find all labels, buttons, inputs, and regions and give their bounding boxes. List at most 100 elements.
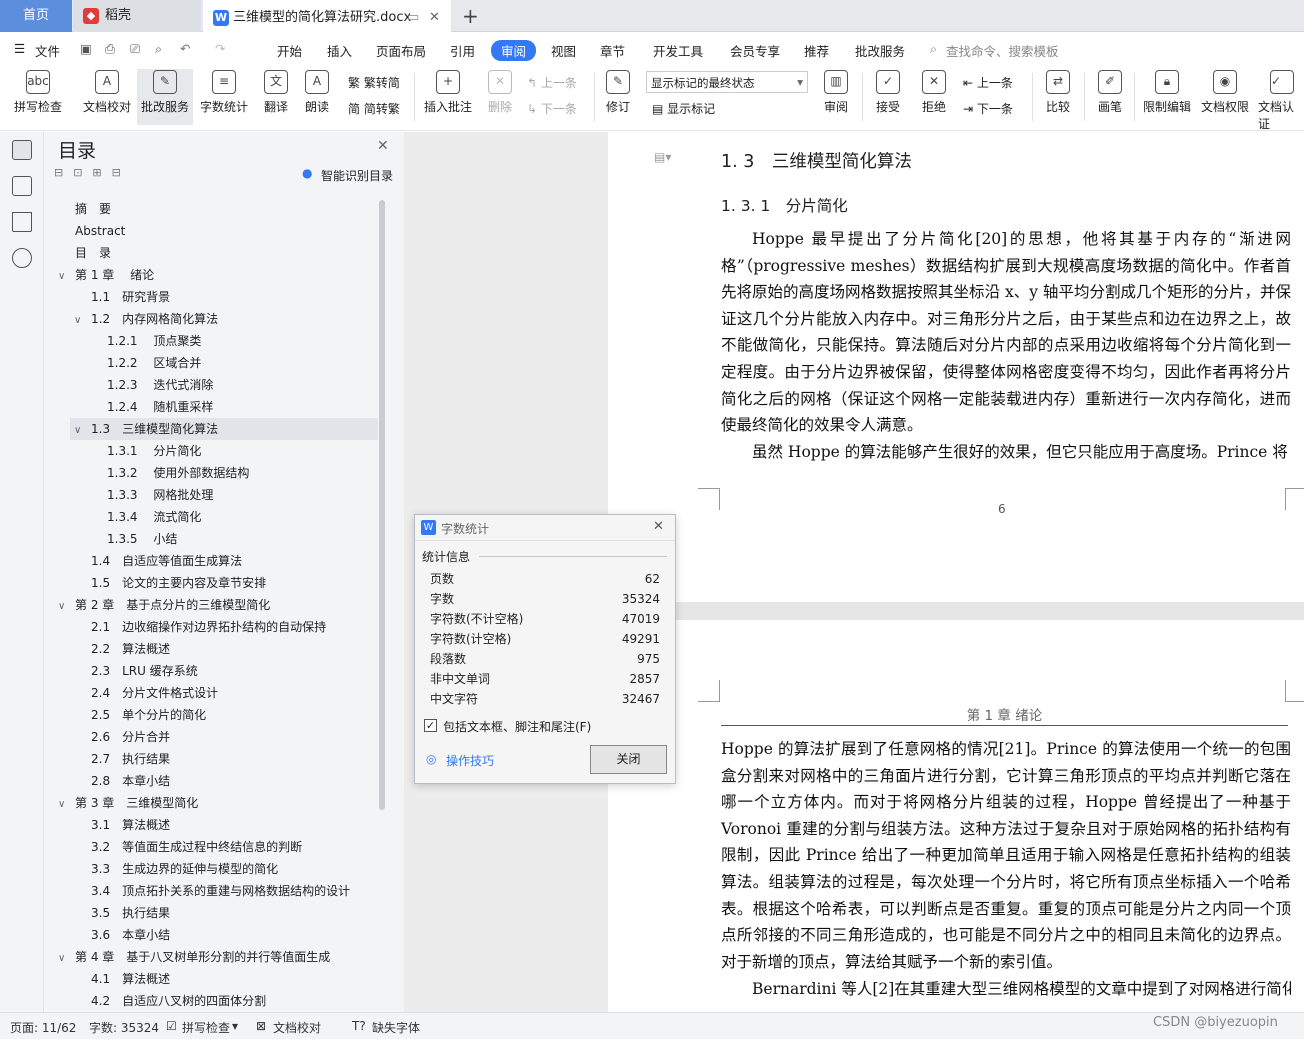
chevron-down-icon[interactable]: ∨ (58, 794, 70, 816)
tips-link[interactable]: 操作技巧 (446, 752, 494, 769)
command-search[interactable]: 查找命令、搜索模板 (946, 41, 1059, 60)
next-change-button[interactable]: ⇥ 下一条 (963, 100, 1013, 117)
toc-scrollbar[interactable] (379, 200, 385, 810)
menu-correction[interactable]: 批改服务 (855, 41, 905, 60)
page-indicator[interactable]: 页面: 11/62 (10, 1019, 76, 1036)
document-outline-icon[interactable]: ▤▾ (654, 150, 671, 164)
toc-item[interactable]: ∨ 1.2 内存网格简化算法 (74, 308, 218, 330)
show-markup-button[interactable]: ▤ 显示标记 (652, 100, 715, 117)
chevron-down-icon[interactable]: ∨ (74, 420, 86, 442)
tab-home[interactable]: 首页 (0, 0, 72, 32)
chevron-down-icon[interactable]: ∨ (58, 266, 70, 288)
toc-item[interactable]: 1.5 论文的主要内容及章节安排 (91, 572, 266, 594)
toc-item[interactable]: 3.5 执行结果 (91, 902, 170, 924)
redo-icon[interactable]: ↷ (215, 41, 225, 56)
chevron-down-icon[interactable]: ∨ (58, 948, 70, 970)
restrict-editing-button[interactable]: 🔒︎ 限制编辑 (1142, 70, 1192, 115)
smart-toc-button[interactable]: 智能识别目录 (321, 167, 393, 184)
toc-item[interactable]: 1.4 自适应等值面生成算法 (91, 550, 242, 572)
read-aloud-button[interactable]: A 朗读 (300, 70, 334, 115)
tab-daoke[interactable]: ◆ 稻壳 (73, 0, 201, 32)
toc-item[interactable]: 2.1 边收缩操作对边界拓扑结构的自动保持 (91, 616, 326, 638)
translate-button[interactable]: 文翻译 (256, 70, 296, 115)
track-changes-button[interactable]: ✎ 修订 (600, 70, 636, 115)
toc-item[interactable]: 2.8 本章小结 (91, 770, 170, 792)
toc-item[interactable]: 1.2.2 区域合并 (107, 352, 201, 374)
reject-button[interactable]: ✕ 拒绝 (916, 70, 952, 115)
toc-item[interactable]: 1.3.4 流式简化 (107, 506, 201, 528)
menu-file[interactable]: 文件 (35, 41, 60, 60)
export-pdf-icon[interactable]: ⎙ (105, 41, 115, 57)
toc-item[interactable]: 1.1 研究背景 (91, 286, 170, 308)
accept-button[interactable]: ✓ 接受 (870, 70, 906, 115)
chevron-down-icon[interactable]: ∨ (74, 310, 86, 332)
compare-button[interactable]: ⇄ 比较 (1040, 70, 1076, 115)
menu-member[interactable]: 会员专享 (730, 41, 780, 60)
menu-references[interactable]: 引用 (450, 41, 475, 60)
preview-icon[interactable]: ⌕ (155, 41, 162, 57)
tab-document[interactable]: W 三维模型的简化算法研究.docx ▭ ✕ (203, 0, 451, 32)
chevron-down-icon[interactable]: ▾ (232, 1019, 238, 1033)
print-icon[interactable]: ⎚ (130, 41, 140, 57)
review-pane-button[interactable]: ▥ 审阅 (818, 70, 854, 115)
toc-item[interactable]: ∨ 第 4 章 基于八叉树单形分割的并行等值面生成 (58, 946, 330, 968)
document-rights-button[interactable]: ◉ 文档权限 (1200, 70, 1250, 115)
toc-item[interactable]: 3.1 算法概述 (91, 814, 170, 836)
toc-item[interactable]: 1.3.3 网格批处理 (107, 484, 213, 506)
toc-item[interactable]: 摘 要 (75, 198, 111, 220)
proofread-button[interactable]: A 文档校对 (79, 70, 135, 115)
bookmark-icon[interactable] (12, 212, 32, 232)
toc-item[interactable]: 1.3.5 小结 (107, 528, 177, 550)
menu-review[interactable]: 审阅 (491, 40, 537, 61)
restore-icon[interactable]: ▭ (407, 2, 419, 34)
correction-service-button[interactable]: ✎ 批改服务 (137, 69, 193, 125)
include-textbox-checkbox[interactable]: ✓ (424, 719, 437, 732)
toc-item[interactable]: 3.2 等值面生成过程中终结信息的判断 (91, 836, 302, 858)
next-comment-button[interactable]: ↳ 下一条 (527, 100, 577, 117)
status-proofread[interactable]: 文档校对 (273, 1019, 321, 1036)
prev-change-button[interactable]: ⇤ 上一条 (963, 74, 1013, 91)
close-button[interactable]: 关闭 (590, 745, 667, 774)
chevron-down-icon[interactable]: ∨ (58, 596, 70, 618)
toc-item[interactable]: 1.2.3 迭代式消除 (107, 374, 213, 396)
undo-icon[interactable]: ↶ (180, 41, 190, 56)
toc-item[interactable]: 2.6 分片合并 (91, 726, 170, 748)
document-auth-button[interactable]: ✓ 文档认证 (1258, 70, 1304, 132)
toc-item[interactable]: 3.3 生成边界的延伸与模型的简化 (91, 858, 278, 880)
menu-chapter[interactable]: 章节 (600, 41, 625, 60)
toc-item[interactable]: 3.6 本章小结 (91, 924, 170, 946)
document-page[interactable]: ▤▾ 1. 3 三维模型简化算法 1. 3. 1 分片简化 Hoppe 最早提出… (608, 132, 1304, 602)
toc-item[interactable]: ∨ 第 3 章 三维模型简化 (58, 792, 198, 814)
word-count-button[interactable]: ≡ 字数统计 (198, 70, 250, 115)
toc-item[interactable]: ∨ 第 2 章 基于点分片的三维模型简化 (58, 594, 270, 616)
toc-toolbar-icons[interactable]: ⊟⊡⊞⊟ (54, 166, 131, 179)
missing-font-button[interactable]: 缺失字体 (372, 1019, 420, 1036)
document-page[interactable]: 第 1 章 绪论 Hoppe 的算法扩展到了任意网格的情况[21]。Prince… (608, 620, 1304, 1012)
toc-item[interactable]: 4.1 算法概述 (91, 968, 170, 990)
toc-item[interactable]: 2.5 单个分片的简化 (91, 704, 206, 726)
toc-icon[interactable] (12, 140, 32, 160)
hamburger-icon[interactable]: ☰ (14, 41, 25, 56)
status-spell-check[interactable]: 拼写检查 (182, 1019, 230, 1036)
save-icon[interactable]: ▣ (80, 41, 92, 56)
toc-item[interactable]: ∨ 第 1 章 绪论 (58, 264, 154, 286)
word-count-indicator[interactable]: 字数: 35324 (89, 1019, 159, 1036)
toc-item[interactable]: 2.4 分片文件格式设计 (91, 682, 218, 704)
menu-developer[interactable]: 开发工具 (653, 41, 703, 60)
close-icon[interactable]: ✕ (377, 138, 389, 154)
spell-check-button[interactable]: abc 拼写检查 (10, 70, 66, 115)
insert-comment-button[interactable]: + 插入批注 (422, 70, 474, 115)
delete-comment-button[interactable]: ✕ 删除 (482, 70, 518, 115)
close-tab-icon[interactable]: ✕ (429, 2, 440, 34)
menu-insert[interactable]: 插入 (327, 41, 352, 60)
menu-recommend[interactable]: 推荐 (804, 41, 829, 60)
pen-button[interactable]: ✐ 画笔 (1094, 70, 1126, 115)
toc-item[interactable]: 3.4 顶点拓扑关系的重建与网格数据结构的设计 (91, 880, 350, 902)
simp-to-trad-button[interactable]: 简 简转繁 (348, 100, 400, 117)
menu-layout[interactable]: 页面布局 (376, 41, 426, 60)
trad-to-simp-button[interactable]: 繁 繁转简 (348, 74, 400, 91)
search-icon[interactable] (12, 248, 32, 268)
toc-item[interactable]: 1.3.2 使用外部数据结构 (107, 462, 249, 484)
toc-item[interactable]: 目 录 (75, 242, 111, 264)
toc-item[interactable]: 1.2.1 顶点聚类 (107, 330, 201, 352)
